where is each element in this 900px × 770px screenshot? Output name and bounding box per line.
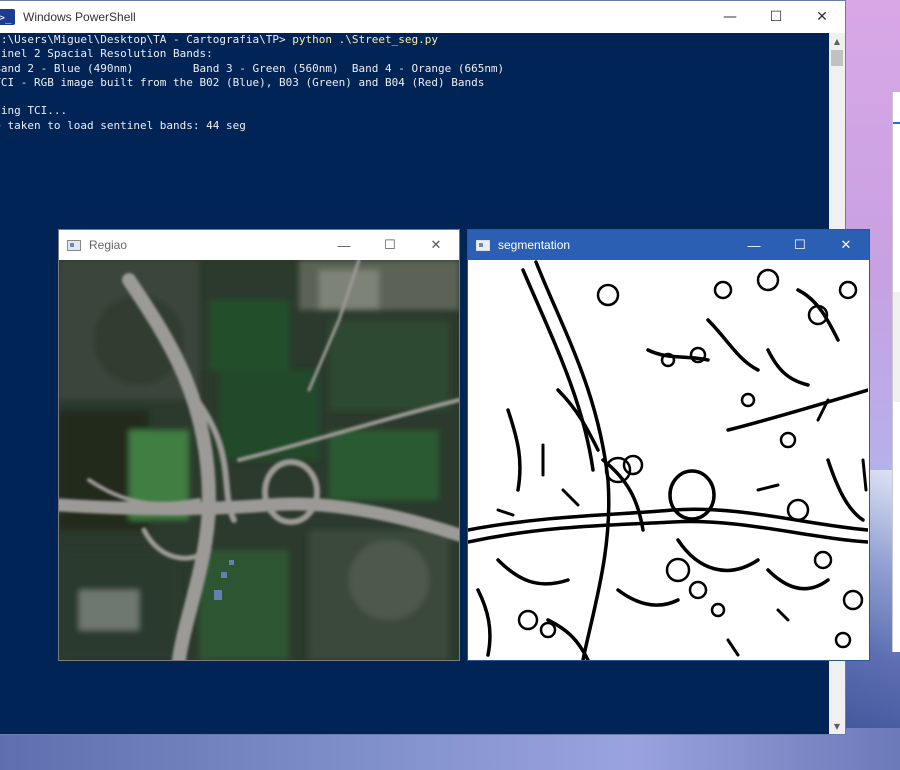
close-button[interactable]: ✕ bbox=[799, 1, 845, 33]
powershell-titlebar[interactable]: >_ Windows PowerShell — ☐ ✕ bbox=[0, 1, 845, 33]
segmentation-titlebar[interactable]: segmentation — ☐ ✕ bbox=[468, 230, 869, 260]
command-text: python .\Street_seg.py bbox=[292, 33, 438, 46]
minimize-button[interactable]: — bbox=[707, 1, 753, 33]
scroll-up-arrow-icon[interactable]: ▲ bbox=[829, 33, 845, 49]
console-line: eading TCI... bbox=[0, 104, 68, 118]
minimize-button[interactable]: — bbox=[321, 230, 367, 260]
satellite-image bbox=[59, 260, 459, 660]
regiao-window[interactable]: Regiao — ☐ ✕ bbox=[58, 229, 460, 661]
window-title: segmentation bbox=[498, 238, 571, 252]
close-button[interactable]: ✕ bbox=[823, 230, 869, 260]
prompt-text: S C:\Users\Miguel\Desktop\TA - Cartograf… bbox=[0, 33, 293, 46]
console-line: Band 2 - Blue (490nm) Band 3 - Green (56… bbox=[0, 61, 505, 75]
window-icon bbox=[67, 239, 81, 251]
minimize-button[interactable]: — bbox=[731, 230, 777, 260]
scroll-thumb[interactable] bbox=[831, 50, 843, 66]
console-line: TCI - RGB image built from the B02 (Blue… bbox=[0, 75, 485, 89]
powershell-icon: >_ bbox=[0, 9, 15, 25]
close-button[interactable]: ✕ bbox=[413, 230, 459, 260]
window-title: Regiao bbox=[89, 238, 128, 252]
background-window[interactable] bbox=[892, 92, 900, 652]
segmentation-window[interactable]: segmentation — ☐ ✕ bbox=[467, 229, 870, 661]
segmentation-image bbox=[468, 260, 868, 660]
maximize-button[interactable]: ☐ bbox=[753, 1, 799, 33]
regiao-titlebar[interactable]: Regiao — ☐ ✕ bbox=[59, 230, 459, 260]
console-line: ime taken to load sentinel bands: 44 seg bbox=[0, 118, 246, 132]
window-title: Windows PowerShell bbox=[23, 10, 136, 24]
scroll-down-arrow-icon[interactable]: ▼ bbox=[829, 718, 845, 734]
window-icon bbox=[476, 239, 490, 251]
console-line: entinel 2 Spacial Resolution Bands: bbox=[0, 47, 213, 61]
maximize-button[interactable]: ☐ bbox=[777, 230, 823, 260]
maximize-button[interactable]: ☐ bbox=[367, 230, 413, 260]
